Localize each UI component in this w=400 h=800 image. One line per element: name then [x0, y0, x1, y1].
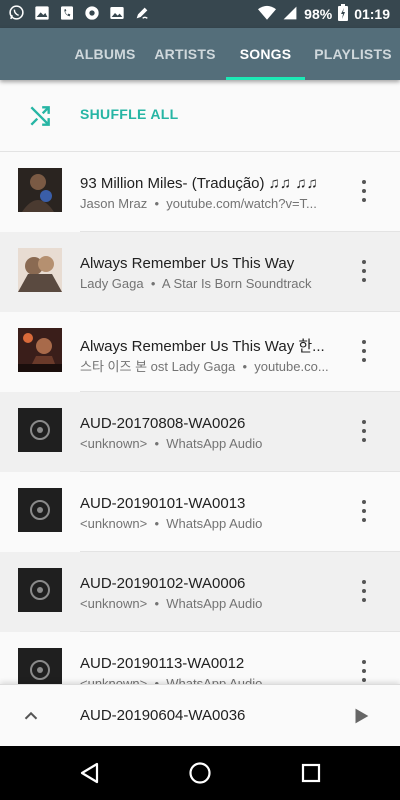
play-icon[interactable] [350, 705, 372, 727]
song-row[interactable]: AUD-20190113-WA0012 <unknown> • WhatsApp… [0, 632, 400, 684]
gallery-icon [33, 4, 50, 21]
chevron-up-icon[interactable] [20, 705, 42, 727]
system-status: 98% 01:19 [258, 4, 390, 24]
wifi-icon [258, 5, 277, 24]
more-options-icon[interactable] [354, 580, 374, 602]
song-subtitle: Lady Gaga • A Star Is Born Soundtrack [80, 276, 342, 291]
song-subtitle: Jason Mraz • youtube.com/watch?v=T... [80, 196, 342, 211]
image-icon [108, 4, 125, 21]
song-title: AUD-20190113-WA0012 [80, 655, 245, 672]
separator: • [242, 359, 247, 374]
song-subtitle: <unknown> • WhatsApp Audio [80, 516, 342, 531]
status-bar: 98% 01:19 [0, 0, 400, 28]
song-subtitle: <unknown> • WhatsApp Audio [80, 596, 342, 611]
mini-player[interactable]: AUD-20190604-WA0036 [0, 684, 400, 747]
song-artist: Jason Mraz [80, 196, 148, 211]
tab-artists[interactable]: ARTISTS [150, 28, 220, 80]
separator: • [154, 596, 160, 611]
back-icon[interactable] [76, 759, 104, 787]
song-album: WhatsApp Audio [166, 676, 263, 684]
song-title: Always Remember Us This Way [80, 255, 295, 272]
separator: • [154, 436, 160, 451]
separator: • [154, 676, 160, 684]
tab-songs[interactable]: SONGS [226, 28, 305, 80]
song-artist: <unknown> [80, 676, 148, 684]
disc-icon [18, 488, 62, 532]
system-nav-bar [0, 746, 400, 800]
chrome-icon [83, 4, 100, 21]
separator: • [154, 516, 160, 531]
album-art [18, 328, 62, 372]
song-album: WhatsApp Audio [166, 516, 263, 531]
more-options-icon[interactable] [354, 180, 374, 202]
song-artist: <unknown> [80, 516, 148, 531]
song-title: AUD-20170808-WA0026 [80, 415, 246, 432]
tab-playlists[interactable]: PLAYLISTS [312, 28, 394, 80]
song-album: WhatsApp Audio [166, 596, 263, 611]
tab-bar: ALBUMS ARTISTS SONGS PLAYLISTS [0, 28, 400, 80]
separator: • [154, 196, 159, 211]
song-album: youtube.com/watch?v=T... [166, 196, 317, 211]
shuffle-all-label: SHUFFLE ALL [80, 106, 179, 122]
active-tab-indicator [226, 77, 305, 80]
song-album: A Star Is Born Soundtrack [161, 276, 312, 291]
recents-icon[interactable] [297, 759, 325, 787]
song-row[interactable]: Always Remember Us This Way Lady Gaga • … [0, 232, 400, 312]
more-options-icon[interactable] [354, 340, 374, 362]
more-options-icon[interactable] [354, 420, 374, 442]
song-artist: 스타 이즈 본 ost Lady Gaga [80, 359, 236, 374]
home-icon[interactable] [186, 759, 214, 787]
more-options-icon[interactable] [354, 500, 374, 522]
song-title: Always Remember Us This Way 한... [80, 338, 325, 355]
song-artist: <unknown> [80, 436, 148, 451]
song-title: AUD-20190102-WA0006 [80, 575, 246, 592]
song-subtitle: <unknown> • WhatsApp Audio [80, 436, 342, 451]
song-row[interactable]: AUD-20190102-WA0006 <unknown> • WhatsApp… [0, 552, 400, 632]
whatsapp-icon [8, 4, 25, 21]
song-row[interactable]: AUD-20190101-WA0013 <unknown> • WhatsApp… [0, 472, 400, 552]
song-row[interactable]: Always Remember Us This Way 한... 스타 이즈 본… [0, 312, 400, 392]
song-row[interactable]: 93 Million Miles- (Tradução) ♫♫ ♫♫ Jason… [0, 152, 400, 232]
clock: 01:19 [354, 6, 390, 22]
battery-percentage: 98% [304, 6, 333, 22]
signal-icon [282, 5, 298, 24]
more-options-icon[interactable] [354, 660, 374, 682]
song-row[interactable]: AUD-20170808-WA0026 <unknown> • WhatsApp… [0, 392, 400, 472]
shuffle-icon [27, 103, 53, 129]
song-album: youtube.co... [254, 359, 329, 374]
notification-icons [8, 4, 150, 21]
tab-albums[interactable]: ALBUMS [68, 28, 142, 80]
shuffle-all-button[interactable]: SHUFFLE ALL [0, 80, 400, 152]
song-title: 93 Million Miles- (Tradução) ♫♫ ♫♫ [80, 175, 318, 192]
songs-list[interactable]: SHUFFLE ALL 93 Million Miles- (Tradução)… [0, 80, 400, 684]
song-subtitle: <unknown> • WhatsApp Audio [80, 676, 342, 684]
song-artist: <unknown> [80, 596, 148, 611]
disc-icon [18, 568, 62, 612]
song-artist: Lady Gaga [80, 276, 144, 291]
song-title: AUD-20190101-WA0013 [80, 495, 246, 512]
pen-icon [133, 4, 150, 21]
album-art [18, 168, 62, 212]
battery-icon [338, 4, 349, 24]
now-playing-title: AUD-20190604-WA0036 [80, 707, 246, 724]
disc-icon [18, 648, 62, 684]
phone-icon [58, 4, 75, 21]
album-art [18, 248, 62, 292]
separator: • [150, 276, 156, 291]
disc-icon [18, 408, 62, 452]
song-album: WhatsApp Audio [166, 436, 263, 451]
more-options-icon[interactable] [354, 260, 374, 282]
song-subtitle: 스타 이즈 본 ost Lady Gaga • youtube.co... [80, 356, 342, 375]
